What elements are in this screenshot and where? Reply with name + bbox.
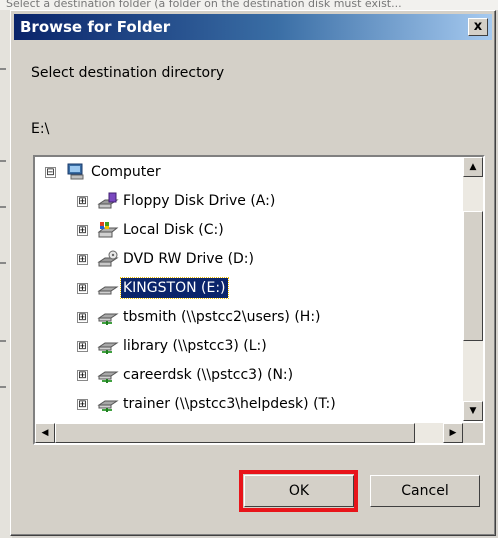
local-disk-icon [97,222,119,238]
expand-icon[interactable]: ⊞ [77,196,88,207]
selected-path: E:\ [31,121,50,137]
close-button[interactable]: x [468,18,488,36]
arrow-down-icon: ▼ [469,406,477,416]
tree-item-label: library (\\pstcc3) (L:) [123,338,267,354]
tree-item-label: tbsmith (\\pstcc2\users) (H:) [123,309,321,325]
tree-item-label: trainer (\\pstcc3\helpdesk) (T:) [123,396,336,412]
scrollbar-corner [463,423,483,443]
vertical-scrollbar[interactable]: ▲ ▼ [463,157,483,421]
dvd-drive-icon [97,250,119,267]
scroll-right-button[interactable]: ▶ [443,423,463,443]
vertical-scroll-thumb[interactable] [463,211,483,341]
scroll-left-button[interactable]: ◀ [35,423,55,443]
expand-icon[interactable]: ⊞ [77,341,88,352]
expand-icon[interactable]: ⊞ [77,399,88,410]
scroll-down-button[interactable]: ▼ [463,401,483,421]
arrow-left-icon: ◀ [41,428,49,438]
tree-item-label: DVD RW Drive (D:) [123,251,254,267]
network-drive-icon [97,371,119,383]
expand-icon[interactable]: ⊞ [77,225,88,236]
dialog-title: Browse for Folder [20,18,171,36]
network-drive-icon [97,342,119,354]
expand-icon[interactable]: ⊞ [77,283,88,294]
floppy-drive-icon [97,192,119,209]
folder-tree[interactable]: ⊟ Computer ⊞ Floppy Disk Drive (A:) ⊞ Lo… [33,155,485,445]
network-drive-icon [97,400,119,412]
expand-icon[interactable]: ⊞ [77,370,88,381]
tree-item-label: Computer [91,164,161,180]
ok-button[interactable]: OK [244,475,354,507]
tree-item-label: Floppy Disk Drive (A:) [123,193,276,209]
computer-icon [67,163,84,180]
tree-item-label: Local Disk (C:) [123,222,224,238]
horizontal-scroll-thumb[interactable] [55,423,415,443]
browse-for-folder-dialog: Browse for Folder x Select destination d… [10,10,496,536]
prompt-text: Select destination directory [31,65,225,81]
folder-tree-viewport: ⊟ Computer ⊞ Floppy Disk Drive (A:) ⊞ Lo… [35,157,463,421]
background-window-text: Select a destination folder (a folder on… [0,0,498,10]
expand-icon[interactable]: ⊞ [77,312,88,323]
collapse-icon[interactable]: ⊟ [45,167,56,178]
expand-icon[interactable]: ⊞ [77,254,88,265]
scroll-up-button[interactable]: ▲ [463,157,483,177]
arrow-right-icon: ▶ [449,428,457,438]
horizontal-scrollbar[interactable]: ◀ ▶ [35,423,463,443]
usb-drive-icon [97,286,119,295]
tree-item-label: careerdsk (\\pstcc3) (N:) [123,367,294,383]
close-icon: x [473,19,483,34]
title-bar[interactable]: Browse for Folder x [14,14,492,40]
tree-item-label: KINGSTON (E:) [120,277,229,299]
network-drive-icon [97,313,119,325]
cancel-button[interactable]: Cancel [370,475,480,507]
arrow-up-icon: ▲ [469,162,477,172]
